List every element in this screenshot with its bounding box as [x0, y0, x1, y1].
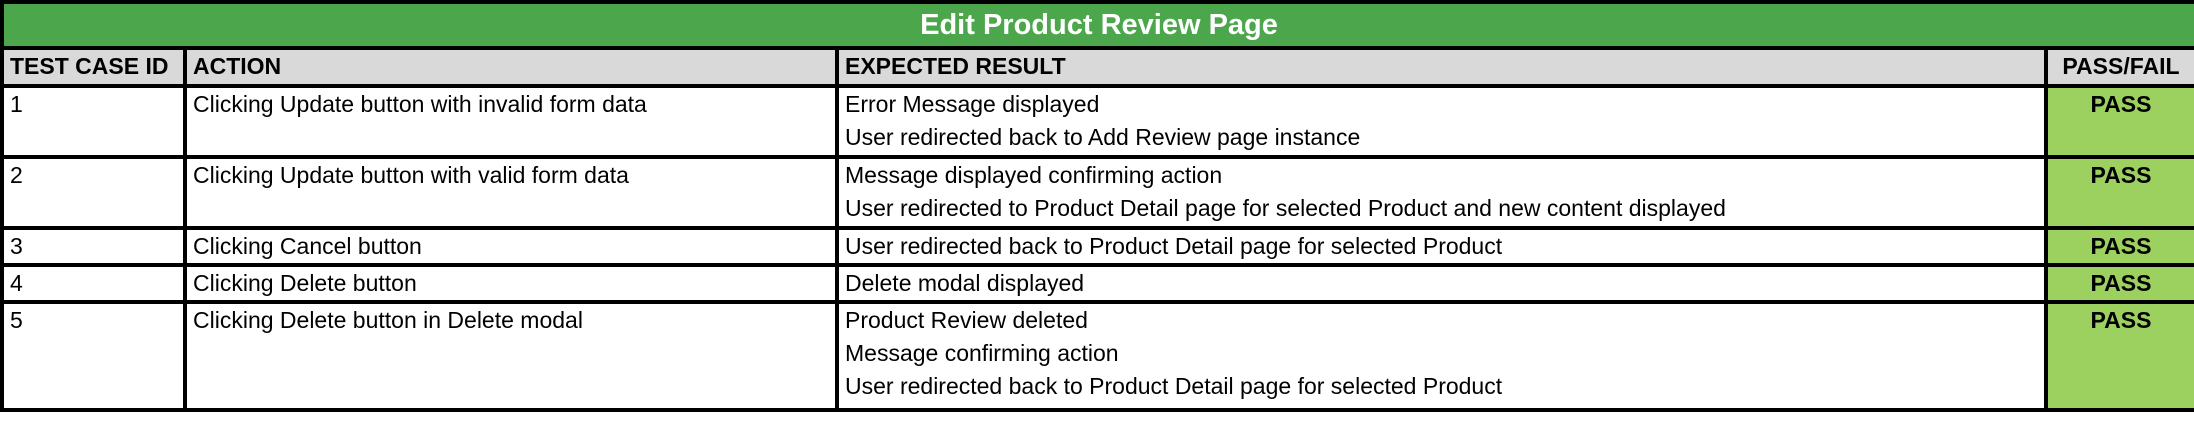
test-case-id: 5	[0, 300, 187, 412]
action-cell: Clicking Cancel button	[183, 226, 839, 267]
test-case-sheet: Edit Product Review Page TEST CASE ID AC…	[0, 0, 2194, 424]
header-action: ACTION	[183, 46, 839, 88]
action-cell: Clicking Update button with invalid form…	[183, 84, 839, 159]
expected-result-line: User redirected back to Product Detail p…	[845, 373, 1503, 399]
test-case-id: 3	[0, 226, 187, 267]
table-row: 4 Clicking Delete button Delete modal di…	[0, 263, 2194, 304]
title-row: Edit Product Review Page	[0, 0, 2194, 50]
expected-result-line: Message displayed confirming action	[845, 162, 1223, 188]
table-row: 1 Clicking Update button with invalid fo…	[0, 84, 2194, 159]
pass-fail-cell: PASS	[2043, 263, 2194, 304]
expected-result-cell: Message displayed confirming action User…	[835, 155, 2048, 230]
action-cell: Clicking Delete button in Delete modal	[183, 300, 839, 412]
expected-result-line: User redirected back to Product Detail p…	[845, 233, 1503, 259]
header-expected-result: EXPECTED RESULT	[835, 46, 2048, 88]
test-case-id: 4	[0, 263, 187, 304]
expected-result-line: User redirected back to Add Review page …	[845, 124, 1361, 150]
table-title: Edit Product Review Page	[0, 0, 2194, 50]
header-test-case-id: TEST CASE ID	[0, 46, 187, 88]
expected-result-line: Delete modal displayed	[845, 270, 1085, 296]
table-row: 5 Clicking Delete button in Delete modal…	[0, 300, 2194, 412]
action-cell: Clicking Delete button	[183, 263, 839, 304]
expected-result-cell: Product Review deleted Message confirmin…	[835, 300, 2048, 412]
pass-fail-cell: PASS	[2043, 300, 2194, 412]
pass-fail-cell: PASS	[2043, 226, 2194, 267]
table-row: 2 Clicking Update button with valid form…	[0, 155, 2194, 230]
test-case-id: 1	[0, 84, 187, 159]
expected-result-cell: User redirected back to Product Detail p…	[835, 226, 2048, 267]
expected-result-line: Message confirming action	[845, 340, 1119, 366]
expected-result-line: User redirected to Product Detail page f…	[845, 195, 1726, 221]
expected-result-line: Error Message displayed	[845, 91, 1100, 117]
header-row: TEST CASE ID ACTION EXPECTED RESULT PASS…	[0, 46, 2194, 88]
action-cell: Clicking Update button with valid form d…	[183, 155, 839, 230]
pass-fail-cell: PASS	[2043, 155, 2194, 230]
expected-result-cell: Error Message displayed User redirected …	[835, 84, 2048, 159]
expected-result-line: Product Review deleted	[845, 307, 1088, 333]
table-row: 3 Clicking Cancel button User redirected…	[0, 226, 2194, 267]
expected-result-cell: Delete modal displayed	[835, 263, 2048, 304]
test-case-id: 2	[0, 155, 187, 230]
header-pass-fail: PASS/FAIL	[2043, 46, 2194, 88]
pass-fail-cell: PASS	[2043, 84, 2194, 159]
test-case-table: Edit Product Review Page TEST CASE ID AC…	[0, 0, 2194, 412]
